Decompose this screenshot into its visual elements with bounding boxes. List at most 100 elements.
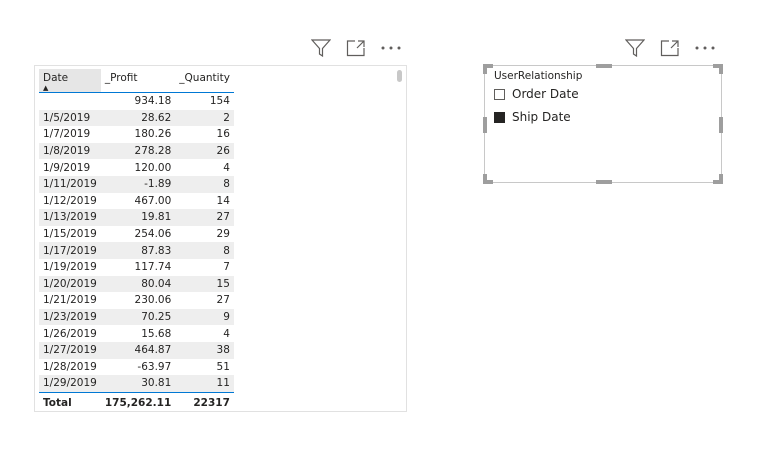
cell-date — [39, 93, 101, 110]
cell-profit: 80.04 — [100, 275, 176, 293]
cell-profit: 467.00 — [134, 194, 172, 207]
slicer-focus-mode-button[interactable] — [659, 37, 681, 59]
cell-profit: 464.87 — [100, 341, 176, 359]
table-row[interactable]: 1/26/2019 15.68 4 — [39, 325, 234, 342]
cell-quantity: 4 — [223, 161, 230, 174]
cell-date: 1/21/2019 — [43, 294, 97, 307]
cell-date: 1/27/2019 — [39, 341, 101, 359]
column-header-date[interactable]: Date ▲ — [39, 69, 101, 93]
table-row[interactable]: 1/15/2019 254.06 29 — [39, 226, 234, 243]
table-row[interactable]: 1/20/2019 80.04 15 — [39, 275, 234, 293]
table-row[interactable]: 1/19/2019 117.74 7 — [39, 259, 234, 276]
slicer-visual[interactable]: UserRelationship Order Date Ship Date — [483, 64, 723, 184]
filter-icon — [311, 39, 331, 57]
column-header-quantity[interactable]: _Quantity — [175, 69, 234, 93]
cell-quantity: 4 — [223, 327, 230, 340]
table-row[interactable]: 1/28/2019 -63.97 51 — [39, 359, 234, 376]
slicer-filter-button[interactable] — [624, 37, 646, 59]
cell-date: 1/12/2019 — [43, 194, 97, 207]
cell-quantity: 38 — [175, 341, 234, 359]
checkbox[interactable] — [494, 88, 505, 100]
cell-profit: 117.74 — [134, 261, 172, 274]
cell-profit: 230.06 — [134, 294, 172, 307]
table-more-options-button[interactable] — [380, 37, 402, 59]
cell-quantity: 9 — [175, 308, 234, 326]
table-row[interactable]: 934.18 154 — [39, 93, 234, 110]
cell-quantity: 26 — [175, 142, 234, 160]
cell-quantity: 51 — [216, 360, 230, 373]
cell-profit: 19.81 — [100, 209, 176, 226]
table-visual[interactable]: Date ▲ _Profit _Quantity 934.18 154 1/5/20… — [34, 65, 407, 413]
table-row[interactable]: 1/11/2019 -1.89 8 — [39, 175, 234, 193]
total-profit: 175,262.11 — [100, 391, 176, 413]
cell-date: 1/17/2019 — [39, 242, 101, 259]
cell-quantity: 7 — [223, 261, 230, 274]
cell-date: 1/13/2019 — [39, 209, 101, 226]
sort-ascending-icon: ▲ — [43, 84, 49, 92]
focus-mode-icon — [660, 40, 679, 57]
table-row[interactable]: 1/5/2019 28.62 2 — [39, 109, 234, 127]
cell-date: 1/7/2019 — [43, 128, 91, 141]
table-row[interactable]: 1/12/2019 467.00 14 — [39, 193, 234, 210]
resize-handle-right[interactable] — [719, 117, 723, 133]
cell-profit: 15.68 — [141, 327, 172, 340]
table-row[interactable]: 1/17/2019 87.83 8 — [39, 242, 234, 259]
cell-date: 1/9/2019 — [43, 161, 91, 174]
cell-profit: -63.97 — [137, 360, 172, 373]
cell-profit: 934.18 — [134, 95, 172, 108]
table-body: 934.18 154 1/5/2019 28.62 2 1/7/2019 180.26 16 1… — [39, 93, 234, 393]
cell-profit: 278.28 — [100, 142, 176, 160]
table-row[interactable]: 1/29/2019 30.81 11 — [39, 375, 234, 393]
table-row[interactable]: 1/7/2019 180.26 16 — [39, 126, 234, 143]
cell-date: 1/8/2019 — [39, 142, 101, 160]
table-row[interactable]: 1/13/2019 19.81 27 — [39, 209, 234, 226]
vertical-scrollbar[interactable] — [397, 70, 402, 82]
cell-quantity: 2 — [175, 109, 234, 127]
slicer-item-label: Order Date — [512, 87, 579, 101]
cell-profit: 254.06 — [134, 228, 172, 241]
slicer-item-order-date[interactable]: Order Date — [494, 87, 579, 101]
column-header-profit[interactable]: _Profit — [101, 69, 175, 93]
cell-quantity: 27 — [216, 294, 230, 307]
slicer-item-label: Ship Date — [512, 110, 571, 124]
focus-mode-icon — [346, 40, 365, 57]
table-focus-mode-button[interactable] — [345, 37, 367, 59]
cell-date: 1/26/2019 — [43, 327, 97, 340]
slicer-title: UserRelationship — [494, 70, 583, 82]
total-label: Total — [39, 391, 101, 413]
table-row[interactable]: 1/9/2019 120.00 4 — [39, 159, 234, 176]
cell-date: 1/5/2019 — [39, 109, 101, 127]
table-row[interactable]: 1/27/2019 464.87 38 — [39, 341, 234, 359]
table-row[interactable]: 1/23/2019 70.25 9 — [39, 308, 234, 326]
table-filter-button[interactable] — [310, 37, 332, 59]
cell-quantity: 11 — [175, 375, 234, 393]
cell-profit: 28.62 — [100, 109, 176, 127]
cell-date: 1/15/2019 — [43, 228, 97, 241]
cell-quantity: 15 — [175, 275, 234, 293]
cell-quantity: 16 — [216, 128, 230, 141]
cell-date: 1/28/2019 — [43, 360, 97, 373]
table-row[interactable]: 1/8/2019 278.28 26 — [39, 142, 234, 160]
data-table: Date ▲ _Profit _Quantity 934.18 154 1/5/20… — [39, 69, 234, 413]
resize-handle-top[interactable] — [596, 64, 612, 68]
cell-profit: 180.26 — [134, 128, 172, 141]
cell-date: 1/23/2019 — [39, 308, 101, 326]
slicer-more-options-button[interactable] — [694, 37, 716, 59]
cell-date: 1/19/2019 — [43, 261, 97, 274]
cell-quantity: 29 — [216, 228, 230, 241]
resize-handle-left[interactable] — [483, 117, 487, 133]
table-row[interactable]: 1/21/2019 230.06 27 — [39, 292, 234, 309]
checkbox[interactable] — [494, 111, 505, 123]
slicer-item-ship-date[interactable]: Ship Date — [494, 110, 571, 124]
cell-quantity: 8 — [175, 242, 234, 259]
cell-date: 1/11/2019 — [39, 175, 101, 193]
resize-handle-bottom[interactable] — [596, 180, 612, 184]
more-options-icon — [381, 46, 401, 50]
cell-profit: 87.83 — [100, 242, 176, 259]
cell-quantity: 14 — [216, 194, 230, 207]
more-options-icon — [695, 46, 715, 50]
filter-icon — [625, 39, 645, 57]
cell-profit: 70.25 — [100, 308, 176, 326]
cell-quantity: 8 — [175, 175, 234, 193]
cell-profit: 120.00 — [134, 161, 172, 174]
